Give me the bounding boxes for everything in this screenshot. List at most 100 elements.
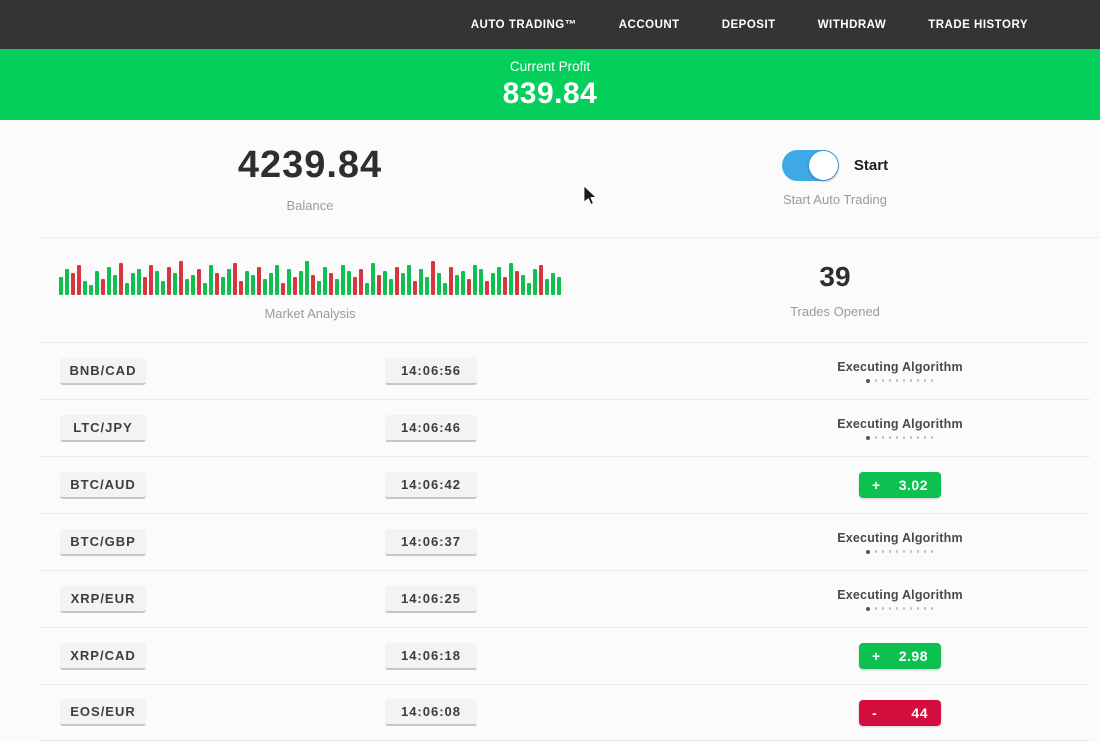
current-profit-label: Current Profit [510, 59, 590, 74]
result-sign: + [872, 648, 881, 664]
chart-bar [83, 281, 87, 295]
chart-bar [275, 265, 279, 295]
progress-dot [889, 550, 892, 553]
trade-time: 14:06:42 [385, 472, 477, 499]
time-cell: 14:06:56 [385, 358, 710, 385]
executing-label: Executing Algorithm [837, 588, 963, 602]
chart-bar [125, 283, 129, 295]
chart-bar [239, 281, 243, 295]
chart-bar [419, 269, 423, 295]
overview-row-1: 4239.84 Balance Start Start Auto Trading [0, 120, 1100, 237]
chart-bar [437, 273, 441, 295]
market-analysis-chart [59, 259, 561, 295]
auto-trading-toggle[interactable] [782, 150, 839, 181]
progress-dot [875, 607, 878, 610]
chart-bar [377, 275, 381, 295]
chart-bar [185, 279, 189, 295]
trade-row: EOS/EUR 14:06:08 - 44 [40, 684, 1090, 741]
chart-bar [431, 261, 435, 295]
chart-bar [371, 263, 375, 295]
chart-bar [383, 271, 387, 295]
progress-dot [917, 607, 920, 610]
chart-bar [323, 267, 327, 295]
trade-result-badge: - 44 [859, 700, 941, 726]
chart-bar [95, 271, 99, 295]
chart-bar [191, 275, 195, 295]
progress-dot [903, 379, 906, 382]
progress-dot [882, 379, 885, 382]
chart-bar [167, 267, 171, 295]
result-amount: 44 [911, 705, 928, 721]
progress-dot [931, 550, 934, 553]
progress-dot [917, 379, 920, 382]
chart-bar [485, 281, 489, 295]
chart-bar [335, 279, 339, 295]
chart-bar [113, 275, 117, 295]
trade-row: BTC/GBP 14:06:37 Executing Algorithm [40, 513, 1090, 570]
progress-dot [875, 436, 878, 439]
trade-result-badge: + 3.02 [859, 472, 941, 498]
progress-dot [889, 379, 892, 382]
progress-dot [866, 379, 870, 383]
progress-dot [924, 436, 927, 439]
trade-pair: BTC/AUD [60, 472, 146, 499]
chart-bar [449, 267, 453, 295]
chart-bar [89, 285, 93, 295]
nav-item-trade-history[interactable]: TRADE HISTORY [928, 19, 1028, 31]
chart-bar [257, 267, 261, 295]
time-cell: 14:06:18 [385, 643, 710, 670]
progress-dot [931, 436, 934, 439]
chart-bar [161, 281, 165, 295]
chart-bar [311, 275, 315, 295]
trades-opened-value: 39 [819, 261, 850, 293]
chart-bar [149, 265, 153, 295]
progress-dot [924, 379, 927, 382]
balance-value: 4239.84 [238, 144, 382, 187]
executing-label: Executing Algorithm [837, 360, 963, 374]
chart-bar [269, 273, 273, 295]
time-cell: 14:06:46 [385, 415, 710, 442]
progress-dot [875, 550, 878, 553]
chart-bar [545, 279, 549, 295]
time-cell: 14:06:37 [385, 529, 710, 556]
chart-bar [407, 265, 411, 295]
chart-bar [455, 275, 459, 295]
chart-bar [347, 271, 351, 295]
chart-bar [77, 265, 81, 295]
trade-pair: BTC/GBP [60, 529, 146, 556]
trade-time: 14:06:08 [385, 699, 477, 726]
chart-bar [281, 283, 285, 295]
progress-dots [866, 436, 933, 440]
nav-item-deposit[interactable]: DEPOSIT [722, 19, 776, 31]
status-cell: Executing Algorithm [710, 417, 1090, 440]
market-analysis-label: Market Analysis [264, 306, 355, 321]
chart-bar [71, 273, 75, 295]
result-sign: - [872, 705, 877, 721]
chart-bar [329, 273, 333, 295]
nav-item-account[interactable]: ACCOUNT [619, 19, 680, 31]
chart-bar [203, 283, 207, 295]
progress-dot [931, 607, 934, 610]
progress-dot [910, 607, 913, 610]
trade-time: 14:06:56 [385, 358, 477, 385]
trades-table: BNB/CAD 14:06:56 Executing Algorithm LTC… [40, 342, 1090, 741]
chart-bar [317, 281, 321, 295]
progress-dot [882, 550, 885, 553]
status-cell: Executing Algorithm [710, 588, 1090, 611]
nav-item-withdraw[interactable]: WITHDRAW [818, 19, 887, 31]
progress-dot [910, 436, 913, 439]
chart-bar [245, 271, 249, 295]
pair-cell: BTC/AUD [40, 472, 385, 499]
progress-dot [924, 607, 927, 610]
overview-row-2: Market Analysis 39 Trades Opened [0, 238, 1100, 342]
trade-time: 14:06:25 [385, 586, 477, 613]
trade-result-badge: + 2.98 [859, 643, 941, 669]
chart-bar [533, 269, 537, 295]
executing-label: Executing Algorithm [837, 531, 963, 545]
nav-item-auto-trading[interactable]: AUTO TRADING™ [471, 19, 577, 31]
chart-bar [65, 269, 69, 295]
time-cell: 14:06:08 [385, 699, 710, 726]
trades-opened-block: 39 Trades Opened [620, 261, 1050, 319]
chart-bar [389, 279, 393, 295]
chart-bar [509, 263, 513, 295]
